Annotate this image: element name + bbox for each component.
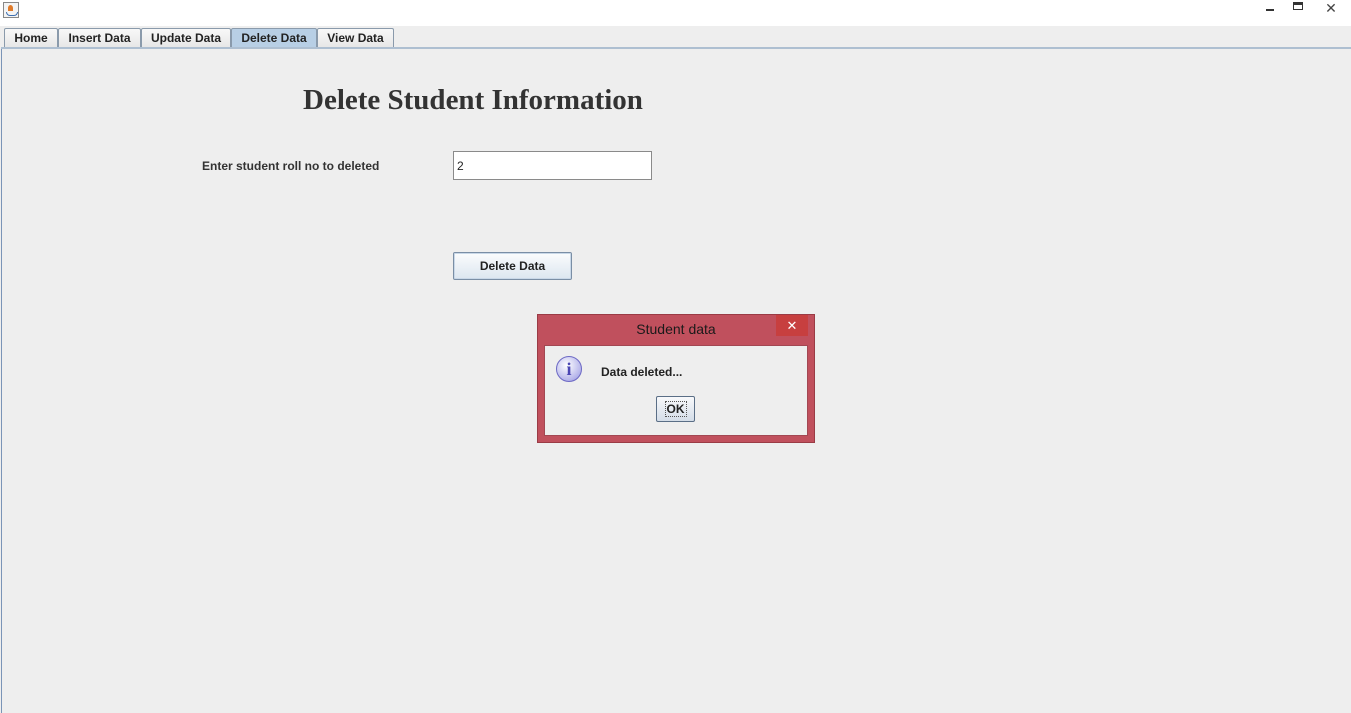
window-close-icon[interactable]: ✕ [1311, 0, 1351, 18]
delete-data-button[interactable]: Delete Data [453, 252, 572, 280]
tab-insert-data[interactable]: Insert Data [58, 28, 141, 48]
tab-view-data[interactable]: View Data [317, 28, 394, 48]
tab-strip: Home Insert Data Update Data Delete Data… [0, 26, 1351, 48]
ok-button-label: OK [664, 401, 687, 417]
dialog-body: i Data deleted... OK [544, 345, 808, 436]
info-icon: i [556, 356, 582, 382]
title-bar: ✕ [0, 0, 1351, 26]
dialog-close-icon[interactable]: ✕ [776, 315, 808, 336]
ok-button[interactable]: OK [656, 396, 695, 422]
tab-update-data[interactable]: Update Data [141, 28, 231, 48]
tab-delete-data[interactable]: Delete Data [231, 28, 317, 48]
java-app-icon[interactable] [3, 2, 19, 18]
dialog-title: Student data [636, 321, 716, 337]
message-dialog: Student data ✕ i Data deleted... OK [537, 314, 815, 443]
minimize-icon[interactable] [1260, 0, 1280, 16]
tab-home[interactable]: Home [4, 28, 58, 48]
roll-no-input[interactable] [453, 151, 652, 180]
page-title: Delete Student Information [303, 84, 643, 116]
roll-no-label: Enter student roll no to deleted [202, 159, 380, 173]
maximize-icon[interactable] [1288, 0, 1308, 16]
dialog-message: Data deleted... [601, 365, 683, 379]
